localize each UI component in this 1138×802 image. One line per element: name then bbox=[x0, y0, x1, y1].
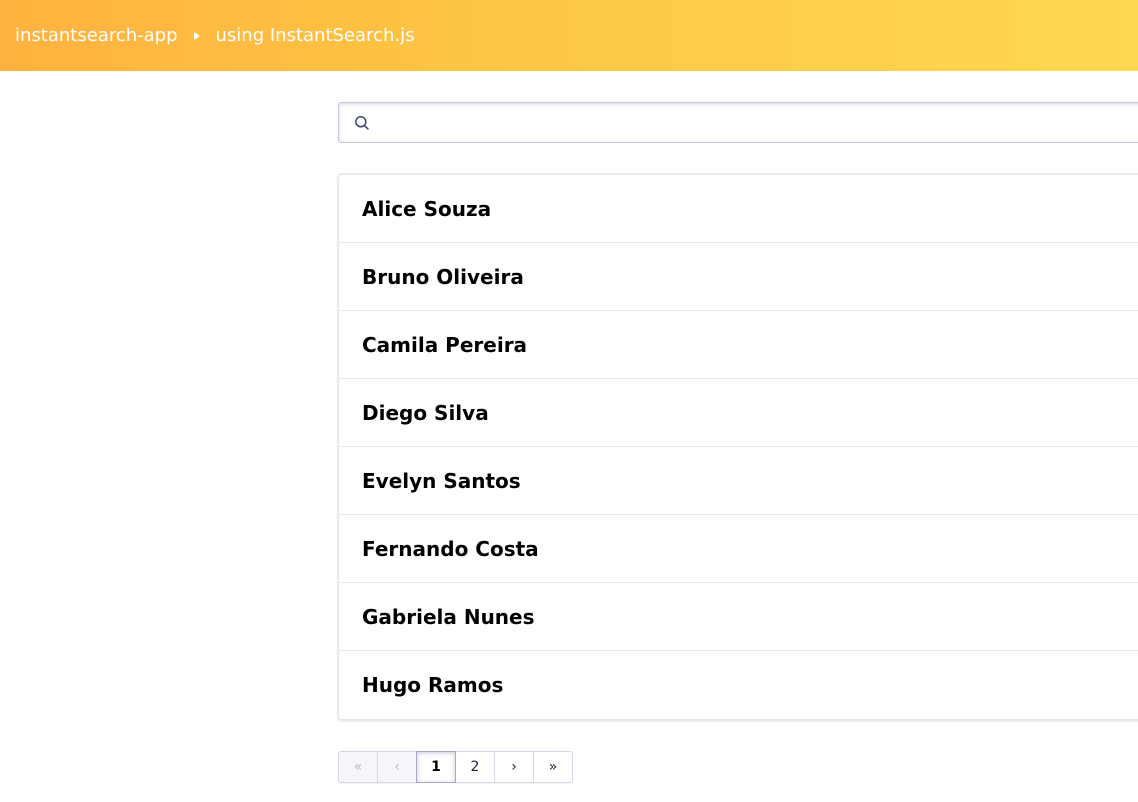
list-item[interactable]: Bruno Oliveira bbox=[339, 243, 1138, 311]
hit-name: Bruno Oliveira bbox=[362, 264, 524, 289]
search-icon[interactable] bbox=[354, 115, 370, 131]
app-name-link[interactable]: instantsearch-app bbox=[15, 25, 178, 46]
list-item[interactable]: Hugo Ramos bbox=[339, 651, 1138, 719]
hit-name: Fernando Costa bbox=[362, 536, 539, 561]
hit-name: Evelyn Santos bbox=[362, 468, 521, 493]
list-item[interactable]: Evelyn Santos bbox=[339, 447, 1138, 515]
app-header: instantsearch-app using InstantSearch.js bbox=[0, 0, 1138, 71]
pagination: « ‹ 1 2 › » bbox=[338, 751, 573, 783]
previous-page-button: ‹ bbox=[377, 751, 417, 783]
hit-name: Camila Pereira bbox=[362, 332, 528, 357]
list-item[interactable]: Gabriela Nunes bbox=[339, 583, 1138, 651]
breadcrumb-arrow-icon bbox=[178, 31, 216, 41]
next-page-button[interactable]: › bbox=[494, 751, 534, 783]
list-item[interactable]: Camila Pereira bbox=[339, 311, 1138, 379]
hit-name: Hugo Ramos bbox=[362, 673, 504, 697]
first-page-button: « bbox=[338, 751, 378, 783]
hit-name: Gabriela Nunes bbox=[362, 604, 535, 629]
hit-name: Alice Souza bbox=[362, 196, 492, 221]
list-item[interactable]: Fernando Costa bbox=[339, 515, 1138, 583]
hit-name: Diego Silva bbox=[362, 400, 489, 425]
header-subtitle: using InstantSearch.js bbox=[215, 25, 415, 46]
page-2-button[interactable]: 2 bbox=[455, 751, 495, 783]
last-page-button[interactable]: » bbox=[533, 751, 573, 783]
search-input[interactable] bbox=[380, 103, 1138, 142]
page-1-button[interactable]: 1 bbox=[416, 751, 456, 783]
hits-list: Alice Souza Bruno Oliveira Camila Pereir… bbox=[338, 174, 1138, 720]
list-item[interactable]: Alice Souza bbox=[339, 175, 1138, 243]
list-item[interactable]: Diego Silva bbox=[339, 379, 1138, 447]
search-box[interactable] bbox=[338, 102, 1138, 143]
